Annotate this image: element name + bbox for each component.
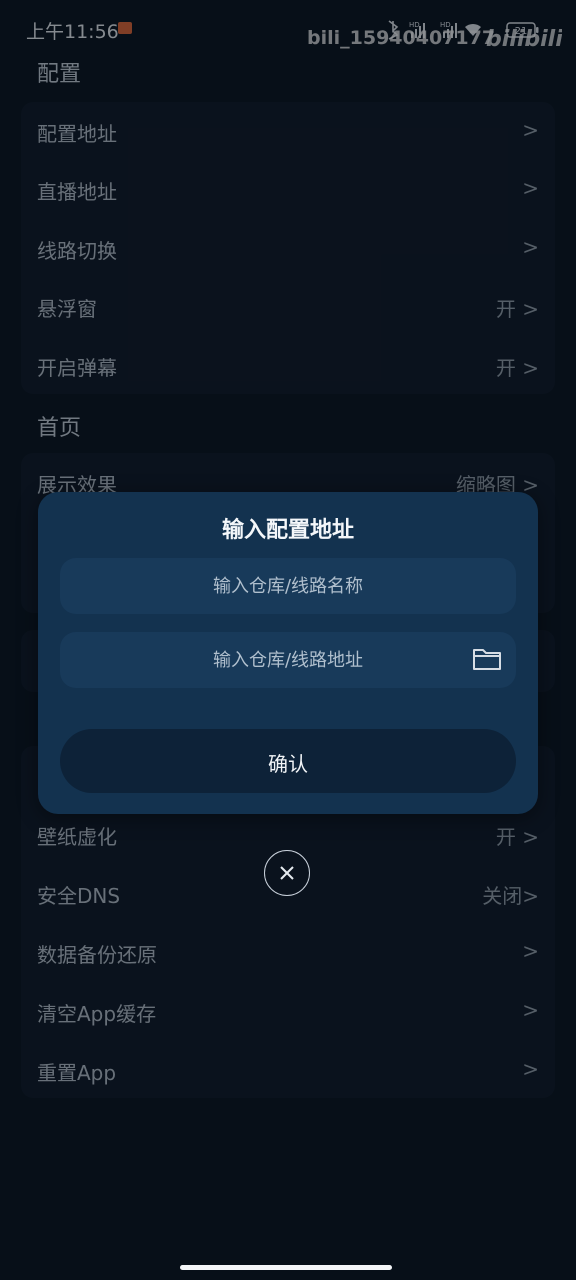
close-icon bbox=[280, 866, 294, 880]
gesture-navigation-bar[interactable] bbox=[180, 1265, 392, 1270]
dialog-title: 输入配置地址 bbox=[221, 518, 354, 543]
repo-url-input[interactable]: 输入仓库/线路地址 bbox=[60, 632, 516, 688]
close-dialog-button[interactable] bbox=[264, 850, 310, 896]
repo-name-input[interactable]: 输入仓库/线路名称 bbox=[60, 558, 516, 614]
input-placeholder: 输入仓库/线路地址 bbox=[212, 650, 364, 671]
confirm-button[interactable]: 确认 bbox=[60, 729, 516, 793]
config-url-dialog: 输入配置地址 输入仓库/线路名称 输入仓库/线路地址 确认 bbox=[38, 492, 538, 814]
input-placeholder: 输入仓库/线路名称 bbox=[212, 576, 364, 597]
folder-icon[interactable] bbox=[472, 647, 502, 671]
confirm-label: 确认 bbox=[268, 752, 308, 776]
